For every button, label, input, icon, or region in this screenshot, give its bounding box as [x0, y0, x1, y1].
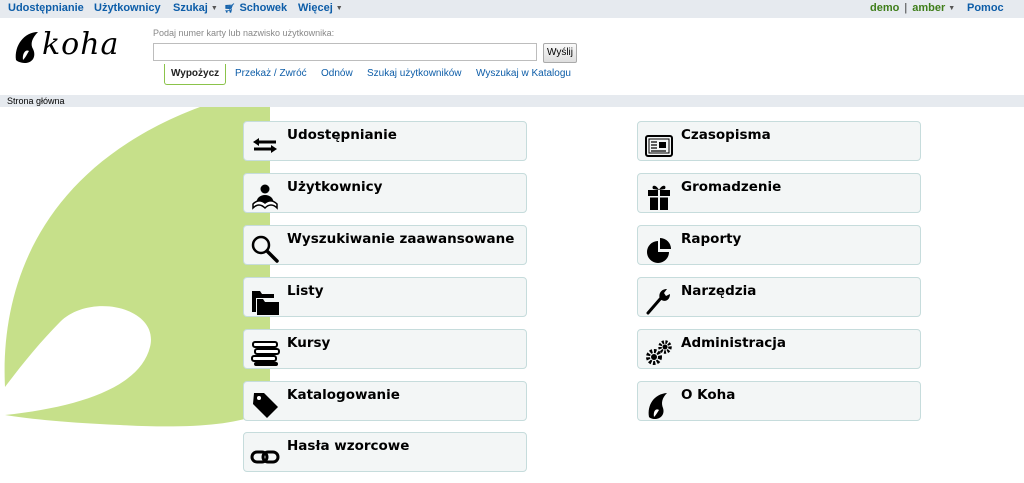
module-label: Czasopisma — [681, 127, 771, 143]
patron-search-input[interactable] — [153, 43, 537, 61]
breadcrumb: Strona główna — [0, 95, 1024, 107]
nav-cart-link[interactable]: 🛒︎ Schowek — [224, 2, 287, 14]
koha-logo-text: koha — [42, 27, 120, 62]
module-label: Raporty — [681, 231, 742, 247]
search-label: Podaj numer karty lub nazwisko użytkowni… — [153, 28, 335, 38]
module-label: Hasła wzorcowe — [287, 438, 410, 454]
module-label: O Koha — [681, 387, 736, 403]
module-label: Narzędzia — [681, 283, 757, 299]
top-navigation: Udostępnianie Użytkownicy Szukaj ▼ 🛒︎ Scho… — [0, 0, 1024, 18]
user-name: demo — [870, 2, 900, 14]
magnifier-icon — [251, 235, 279, 263]
chevron-down-icon: ▼ — [948, 5, 956, 12]
module-label: Katalogowanie — [287, 387, 400, 403]
module-tile-cataloging[interactable]: Katalogowanie — [243, 381, 527, 421]
gift-icon — [648, 185, 670, 210]
chevron-down-icon: ▼ — [210, 5, 218, 12]
nav-cart-label: Schowek — [239, 2, 288, 14]
nav-more-menu[interactable]: Więcej ▼ — [298, 2, 343, 14]
module-tile-circulation[interactable]: Udostępnianie — [243, 121, 527, 161]
module-label: Wyszukiwanie zaawansowane — [287, 231, 515, 247]
module-tile-serials[interactable]: Czasopisma — [637, 121, 921, 161]
koha-leaf-icon — [648, 393, 667, 419]
wrench-icon — [646, 289, 670, 315]
nav-circulation-link[interactable]: Udostępnianie — [8, 2, 84, 14]
newspaper-icon — [645, 135, 673, 157]
module-tile-administration[interactable]: Administracja — [637, 329, 921, 369]
breadcrumb-home: Strona główna — [7, 96, 65, 106]
chevron-down-icon: ▼ — [335, 5, 343, 12]
books-stack-icon — [251, 341, 280, 366]
cart-icon: 🛒︎ — [224, 3, 236, 13]
module-tile-reports[interactable]: Raporty — [637, 225, 921, 265]
module-tile-authorities[interactable]: Hasła wzorcowe — [243, 432, 527, 472]
search-submit-button[interactable]: Wyślij — [543, 43, 577, 63]
branch-name: amber — [912, 2, 946, 14]
nav-search-label: Szukaj — [173, 2, 208, 14]
patron-icon — [252, 184, 278, 210]
help-link[interactable]: Pomoc — [967, 2, 1004, 14]
gears-icon — [646, 340, 672, 365]
circulation-arrows-icon — [253, 138, 277, 153]
folder-icon — [252, 291, 279, 315]
koha-background-shape — [4, 107, 270, 427]
module-label: Udostępnianie — [287, 127, 397, 143]
tab-checkin[interactable]: Przekaż / Zwróć — [235, 64, 307, 84]
tab-search-patrons[interactable]: Szukaj użytkowników — [367, 64, 461, 84]
pie-chart-icon — [647, 238, 671, 263]
module-label: Gromadzenie — [681, 179, 782, 195]
nav-search-menu[interactable]: Szukaj ▼ — [173, 2, 218, 14]
module-label: Administracja — [681, 335, 787, 351]
user-separator: | — [904, 2, 908, 14]
logged-in-user[interactable]: demo | amber ▼ — [870, 2, 955, 14]
module-tile-tools[interactable]: Narzędzia — [637, 277, 921, 317]
module-tile-about-koha[interactable]: O Koha — [637, 381, 921, 421]
tab-renew[interactable]: Odnów — [321, 64, 353, 84]
link-icon — [250, 450, 280, 464]
module-label: Kursy — [287, 335, 331, 351]
nav-patrons-link[interactable]: Użytkownicy — [94, 2, 161, 14]
module-tile-courses[interactable]: Kursy — [243, 329, 527, 369]
nav-more-label: Więcej — [298, 2, 333, 14]
module-label: Użytkownicy — [287, 179, 383, 195]
module-tile-patrons[interactable]: Użytkownicy — [243, 173, 527, 213]
tab-checkout[interactable]: Wypożycz — [164, 64, 227, 85]
tag-icon — [253, 393, 278, 418]
module-tile-acquisitions[interactable]: Gromadzenie — [637, 173, 921, 213]
tab-search-catalog[interactable]: Wyszukaj w Katalogu — [476, 64, 571, 84]
module-label: Listy — [287, 283, 324, 299]
module-tile-lists[interactable]: Listy — [243, 277, 527, 317]
module-tile-advanced-search[interactable]: Wyszukiwanie zaawansowane — [243, 225, 527, 265]
